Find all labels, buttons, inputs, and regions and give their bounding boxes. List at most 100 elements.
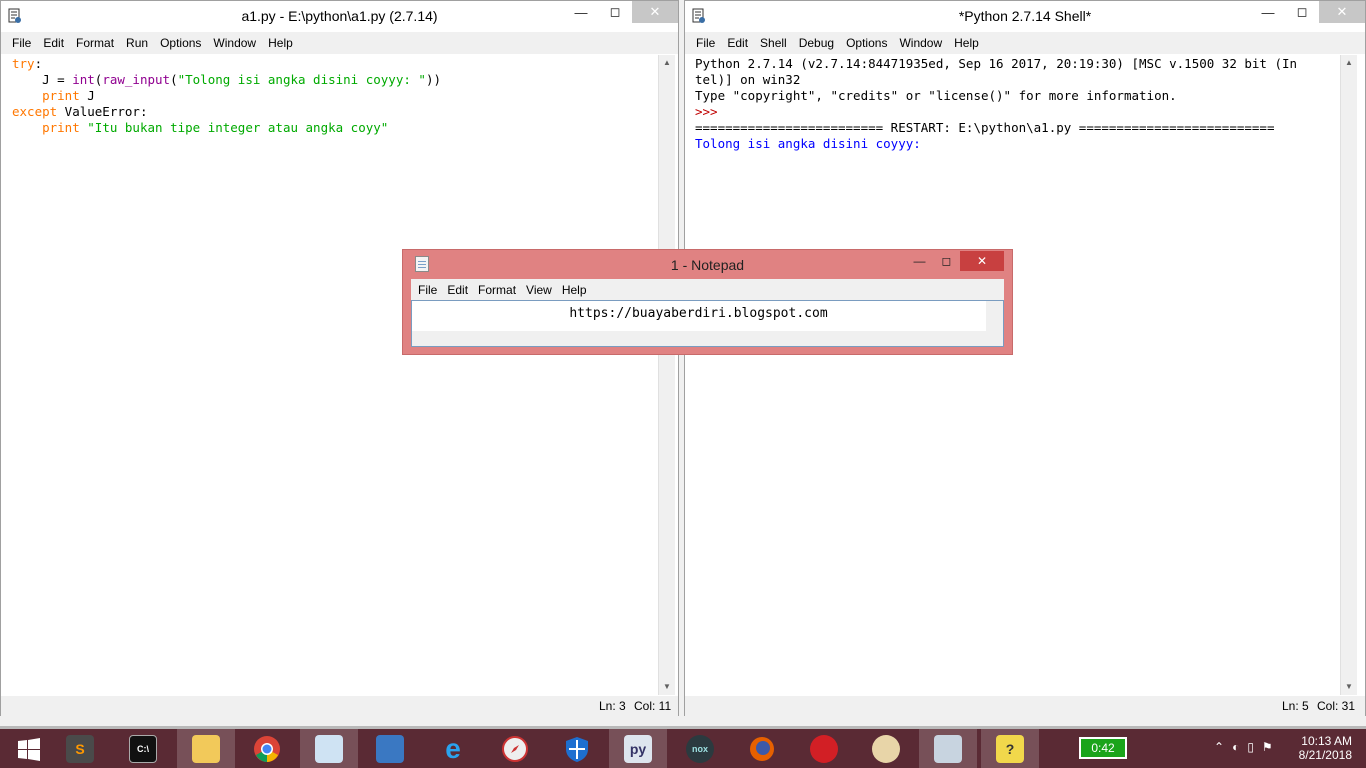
- editor-window-controls: — ◻ ✕: [564, 1, 678, 23]
- menu-edit[interactable]: Edit: [443, 283, 474, 297]
- network-tray-icon[interactable]: ◐: [1232, 740, 1239, 756]
- taskbar-nox[interactable]: nox: [671, 729, 729, 768]
- maximize-button[interactable]: ◻: [598, 1, 632, 23]
- clock[interactable]: 10:13 AM 8/21/2018: [1299, 734, 1352, 762]
- notepad-content: https://buayaberdiri.blogspot.com: [569, 306, 828, 321]
- shell-window-controls: — ◻ ✕: [1251, 1, 1365, 23]
- file-explorer-icon: [192, 734, 220, 763]
- close-button[interactable]: ✕: [1319, 1, 1365, 23]
- taskbar-cmd[interactable]: C:\: [114, 729, 172, 768]
- nox-icon: nox: [686, 734, 714, 763]
- compass-icon: [502, 735, 528, 762]
- menu-options[interactable]: Options: [840, 36, 893, 50]
- code-line: J = int(raw_input("Tolong isi angka disi…: [12, 72, 442, 87]
- battery-indicator[interactable]: 0:42: [1079, 737, 1127, 759]
- tray-icons: ⌃ ◐ ▯ ⚑: [1214, 740, 1284, 756]
- editor-menubar: File Edit Format Run Options Window Help: [1, 32, 678, 54]
- taskbar-monitor[interactable]: [919, 729, 977, 768]
- menu-window[interactable]: Window: [893, 36, 948, 50]
- menu-help[interactable]: Help: [558, 283, 593, 297]
- menu-format[interactable]: Format: [70, 36, 120, 50]
- flag-icon[interactable]: ⚑: [1262, 740, 1273, 756]
- resize-grip-icon[interactable]: [986, 331, 1003, 346]
- minimize-button[interactable]: —: [564, 1, 598, 23]
- menu-format[interactable]: Format: [474, 283, 522, 297]
- editor-scrollbar[interactable]: ▲ ▼: [658, 55, 675, 695]
- taskbar-chrome[interactable]: [238, 729, 296, 768]
- menu-help[interactable]: Help: [262, 36, 299, 50]
- garena-icon: [810, 734, 838, 763]
- maximize-button[interactable]: ◻: [933, 251, 960, 271]
- cmd-icon: C:\: [129, 734, 157, 763]
- shell-line: Python 2.7.14 (v2.7.14:84471935ed, Sep 1…: [695, 56, 1298, 71]
- line-indicator: Ln: 5: [1282, 699, 1309, 713]
- menu-help[interactable]: Help: [948, 36, 985, 50]
- editor-window: a1.py - E:\python\a1.py (2.7.14) — ◻ ✕ F…: [0, 0, 679, 716]
- menu-file[interactable]: File: [414, 283, 443, 297]
- taskbar-firefox[interactable]: [733, 729, 791, 768]
- paint-icon: [872, 734, 900, 763]
- close-button[interactable]: ✕: [960, 251, 1004, 271]
- clock-time: 10:13 AM: [1301, 734, 1352, 748]
- network-icon: [376, 734, 404, 763]
- shell-line: Type "copyright", "credits" or "license(…: [695, 88, 1177, 103]
- shell-line: tel)] on win32: [695, 72, 801, 87]
- notepad-menubar: File Edit Format View Help: [411, 279, 1004, 300]
- taskbar-python[interactable]: py: [609, 729, 667, 768]
- taskbar-network[interactable]: [361, 729, 419, 768]
- start-icon: [18, 737, 40, 761]
- menu-edit[interactable]: Edit: [721, 36, 754, 50]
- taskbar-paint[interactable]: [857, 729, 915, 768]
- menu-shell[interactable]: Shell: [754, 36, 793, 50]
- code-editor[interactable]: try: J = int(raw_input("Tolong isi angka…: [7, 55, 657, 695]
- sublime-icon: S: [66, 734, 94, 763]
- taskbar-sublime[interactable]: S: [51, 729, 109, 768]
- code-line: try:: [12, 56, 43, 71]
- start-button[interactable]: [0, 729, 58, 768]
- taskbar-notepad[interactable]: [300, 729, 358, 768]
- notepad-vertical-scrollbar[interactable]: [986, 301, 1003, 331]
- line-indicator: Ln: 3: [599, 699, 626, 713]
- menu-debug[interactable]: Debug: [793, 36, 840, 50]
- notepad-horizontal-scrollbar[interactable]: [412, 331, 986, 346]
- notepad-text-area[interactable]: https://buayaberdiri.blogspot.com: [411, 300, 1004, 347]
- menu-file[interactable]: File: [6, 36, 37, 50]
- chevron-up-icon[interactable]: ⌃: [1214, 740, 1224, 756]
- menu-edit[interactable]: Edit: [37, 36, 70, 50]
- shell-prompt: >>>: [695, 104, 718, 119]
- maximize-button[interactable]: ◻: [1285, 1, 1319, 23]
- menu-file[interactable]: File: [690, 36, 721, 50]
- help-icon: ?: [996, 734, 1024, 763]
- shell-output[interactable]: Python 2.7.14 (v2.7.14:84471935ed, Sep 1…: [690, 55, 1342, 695]
- scroll-down-arrow-icon[interactable]: ▼: [1341, 679, 1357, 695]
- taskbar-garena[interactable]: [795, 729, 853, 768]
- minimize-button[interactable]: —: [906, 251, 933, 271]
- code-line: except ValueError:: [12, 104, 148, 119]
- taskbar-windows-defender[interactable]: [548, 729, 606, 768]
- internet-explorer-icon: e: [445, 732, 461, 764]
- taskbar-help[interactable]: ?: [981, 729, 1039, 768]
- menu-view[interactable]: View: [522, 283, 558, 297]
- minimize-button[interactable]: —: [1251, 1, 1285, 23]
- battery-tray-icon[interactable]: ▯: [1247, 740, 1254, 756]
- scroll-up-arrow-icon[interactable]: ▲: [659, 55, 675, 71]
- shell-scrollbar[interactable]: ▲ ▼: [1340, 55, 1357, 695]
- editor-titlebar[interactable]: a1.py - E:\python\a1.py (2.7.14) — ◻ ✕: [1, 1, 678, 32]
- menu-window[interactable]: Window: [207, 36, 262, 50]
- scroll-up-arrow-icon[interactable]: ▲: [1341, 55, 1357, 71]
- notepad-window: 1 - Notepad — ◻ ✕ File Edit Format View …: [402, 249, 1013, 355]
- code-line: print J: [42, 88, 95, 103]
- code-line: print "Itu bukan tipe integer atau angka…: [42, 120, 389, 135]
- firefox-icon: [750, 736, 774, 761]
- notepad-icon: [315, 734, 343, 763]
- windows-defender-icon: [566, 736, 588, 762]
- menu-options[interactable]: Options: [154, 36, 207, 50]
- scroll-down-arrow-icon[interactable]: ▼: [659, 679, 675, 695]
- clock-date: 8/21/2018: [1298, 748, 1352, 762]
- menu-run[interactable]: Run: [120, 36, 154, 50]
- taskbar-internet-explorer[interactable]: e: [424, 729, 482, 768]
- close-button[interactable]: ✕: [632, 1, 678, 23]
- shell-titlebar[interactable]: *Python 2.7.14 Shell* — ◻ ✕: [685, 1, 1365, 32]
- taskbar-compass[interactable]: [486, 729, 544, 768]
- taskbar-file-explorer[interactable]: [177, 729, 235, 768]
